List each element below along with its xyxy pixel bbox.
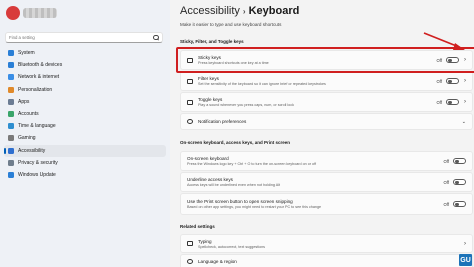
- print-screen-row[interactable]: Use the Print screen button to open scre…: [180, 193, 473, 215]
- profile[interactable]: [6, 6, 57, 20]
- sidebar-item-label: Privacy & security: [18, 159, 58, 166]
- sidebar-item-apps[interactable]: Apps: [4, 96, 166, 108]
- keyboard-icon: [187, 241, 193, 246]
- bell-icon: [187, 119, 193, 124]
- toggle-keys-title: Toggle keys: [198, 97, 223, 102]
- sidebar-item-personalization[interactable]: Personalization: [4, 84, 166, 96]
- update-icon: [8, 171, 14, 178]
- toggle-keys-row[interactable]: Toggle keys Play a sound whenever you pr…: [180, 92, 473, 112]
- notification-preferences-row[interactable]: Notification preferences ⌄: [180, 113, 473, 130]
- toggle-keys-toggle[interactable]: [446, 98, 459, 106]
- time-icon: [8, 123, 14, 130]
- sidebar-item-system[interactable]: System: [4, 47, 166, 59]
- sidebar-item-label: Apps: [18, 98, 30, 105]
- filter-keys-toggle[interactable]: [446, 77, 459, 85]
- sidebar-item-windows-update[interactable]: Windows Update: [4, 169, 166, 181]
- underline-access-keys-title: Underline access keys: [187, 177, 233, 182]
- brush-icon: [8, 86, 14, 93]
- language-region-row[interactable]: Language & region: [180, 254, 473, 267]
- apps-icon: [8, 98, 14, 105]
- chevron-right-icon[interactable]: ›: [464, 99, 466, 105]
- notification-preferences-title: Notification preferences: [198, 119, 247, 124]
- print-screen-toggle[interactable]: [453, 200, 466, 208]
- typing-row[interactable]: Typing Spellcheck, autocorrect, text sug…: [180, 234, 473, 253]
- underline-access-keys-toggle[interactable]: [453, 178, 466, 186]
- gaming-icon: [8, 135, 14, 142]
- onscreen-keyboard-state: Off: [443, 158, 449, 164]
- logo-mark: GU: [459, 254, 472, 266]
- toggle-keys-state: Off: [436, 99, 442, 105]
- language-region-title: Language & region: [198, 258, 237, 264]
- underline-access-keys-state: Off: [443, 179, 449, 185]
- sidebar-item-network-internet[interactable]: Network & internet: [4, 71, 166, 83]
- sidebar-item-label: Accessibility: [18, 147, 46, 154]
- brand-logo: GU: [459, 254, 472, 266]
- sidebar-item-label: Personalization: [18, 86, 53, 93]
- sidebar-nav: System Bluetooth & devices Network & inter…: [4, 47, 166, 181]
- avatar: [6, 6, 20, 20]
- page-title: Keyboard: [248, 5, 300, 17]
- filter-keys-state: Off: [436, 78, 442, 84]
- chevron-down-icon[interactable]: ⌄: [462, 119, 466, 125]
- sidebar-item-label: Bluetooth & devices: [18, 62, 63, 69]
- network-icon: [8, 74, 14, 81]
- sidebar-item-label: System: [18, 50, 35, 57]
- sidebar-item-label: Gaming: [18, 135, 36, 142]
- print-screen-title: Use the Print screen button to open scre…: [187, 199, 293, 204]
- onscreen-keyboard-desc: Press the Windows logo key + Ctrl + O to…: [187, 162, 317, 166]
- sidebar-item-label: Time & language: [18, 123, 56, 130]
- print-screen-state: Off: [443, 201, 449, 207]
- sidebar: System Bluetooth & devices Network & inter…: [0, 0, 170, 267]
- onscreen-keyboard-row[interactable]: On-screen keyboard Press the Windows log…: [180, 151, 473, 171]
- breadcrumb-parent[interactable]: Accessibility: [180, 5, 240, 17]
- chevron-right-icon[interactable]: ›: [464, 78, 466, 84]
- filter-keys-row[interactable]: Filter keys Set the sensitivity of the k…: [180, 71, 473, 91]
- sidebar-item-bluetooth-devices[interactable]: Bluetooth & devices: [4, 59, 166, 71]
- sidebar-item-time-language[interactable]: Time & language: [4, 120, 166, 132]
- search-input[interactable]: [9, 33, 153, 42]
- typing-title: Typing: [198, 238, 212, 244]
- onscreen-keyboard-title: On-screen keyboard: [187, 156, 229, 161]
- highlight-box: [176, 47, 474, 73]
- filter-keys-desc: Set the sensitivity of the keyboard so i…: [198, 82, 326, 86]
- bluetooth-icon: [8, 62, 14, 69]
- typing-desc: Spellcheck, autocorrect, text suggestion…: [198, 244, 266, 249]
- sidebar-item-label: Network & internet: [18, 74, 60, 81]
- sidebar-item-privacy-security[interactable]: Privacy & security: [4, 157, 166, 169]
- globe-icon: [187, 258, 193, 264]
- section-title-onscreen: On-screen keyboard, access keys, and Pri…: [180, 140, 291, 145]
- sidebar-item-label: Accounts: [18, 111, 39, 118]
- search-box[interactable]: [5, 32, 163, 43]
- sidebar-item-label: Windows Update: [18, 171, 56, 178]
- print-screen-desc: Based on other app settings, you might n…: [187, 205, 322, 209]
- breadcrumb: Accessibility › Keyboard: [180, 5, 299, 17]
- section-title-related: Related settings: [180, 224, 215, 229]
- system-icon: [8, 50, 14, 57]
- chevron-right-icon[interactable]: ›: [464, 241, 466, 247]
- section-title-sticky: Sticky, Filter, and Toggle keys: [180, 39, 244, 44]
- profile-name-blurred: [23, 8, 57, 18]
- sidebar-item-gaming[interactable]: Gaming: [4, 132, 166, 144]
- underline-access-keys-desc: Access keys will be underlined even when…: [187, 183, 281, 187]
- keyboard-icon: [187, 78, 193, 84]
- filter-keys-title: Filter keys: [198, 76, 219, 81]
- accessibility-icon: [8, 147, 14, 154]
- sidebar-item-accessibility[interactable]: Accessibility: [4, 144, 166, 157]
- page-subtitle: Make it easier to type and use keyboard …: [180, 22, 282, 27]
- onscreen-keyboard-toggle[interactable]: [453, 157, 466, 165]
- toggle-keys-desc: Play a sound whenever you press caps, nu…: [198, 103, 294, 107]
- shield-icon: [8, 159, 14, 166]
- sidebar-item-accounts[interactable]: Accounts: [4, 108, 166, 120]
- underline-access-keys-row[interactable]: Underline access keys Access keys will b…: [180, 172, 473, 192]
- search-icon[interactable]: [153, 34, 159, 41]
- keyboard-icon: [187, 99, 193, 105]
- breadcrumb-separator: ›: [242, 6, 246, 16]
- main-content: Accessibility › Keyboard Make it easier …: [170, 0, 474, 267]
- accounts-icon: [8, 111, 14, 118]
